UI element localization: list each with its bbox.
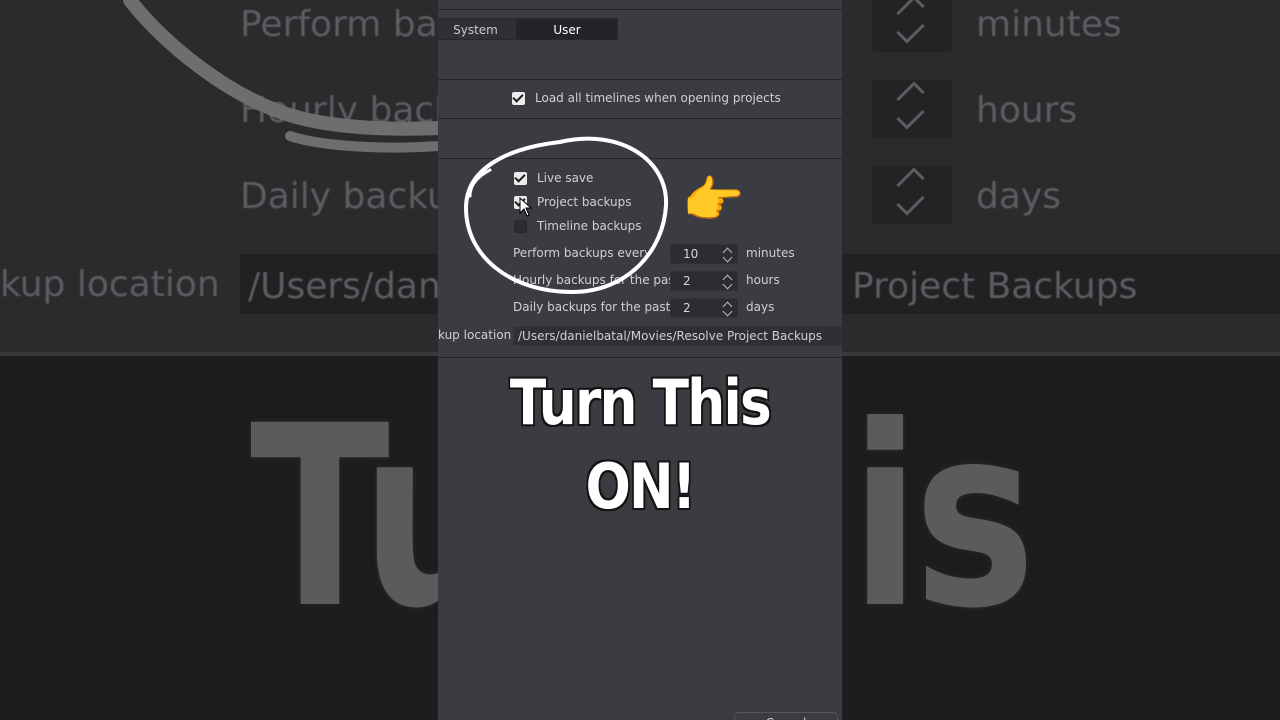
preferences-panel: System User Load all timelines when open… bbox=[438, 0, 842, 720]
chevron-down-icon[interactable] bbox=[722, 252, 733, 263]
bg-path-text: /Users/dan bbox=[248, 266, 441, 307]
timeline-backups-option[interactable]: Timeline backups bbox=[514, 219, 641, 233]
daily-backups-stepper[interactable]: 2 bbox=[670, 298, 738, 318]
timeline-backups-label: Timeline backups bbox=[537, 219, 642, 233]
daily-backups-unit: days bbox=[746, 300, 775, 314]
divider bbox=[438, 118, 842, 119]
system-user-toggle: System User bbox=[438, 18, 618, 40]
divider bbox=[438, 9, 842, 10]
daily-backups-label: Daily backups for the past bbox=[513, 300, 671, 314]
load-timelines-label: Load all timelines when opening projects bbox=[535, 91, 781, 105]
bg-location-label: kup location bbox=[0, 264, 220, 305]
divider bbox=[438, 357, 842, 358]
tab-system[interactable]: System bbox=[438, 18, 516, 40]
divider bbox=[438, 158, 842, 159]
divider bbox=[438, 79, 842, 80]
bg-row-unit: hours bbox=[976, 90, 1078, 131]
bg-spinbox bbox=[872, 80, 952, 138]
hourly-backups-value: 2 bbox=[683, 274, 691, 288]
chevron-down-icon[interactable] bbox=[722, 279, 733, 290]
live-save-label: Live save bbox=[537, 171, 594, 185]
load-timelines-option[interactable]: Load all timelines when opening projects bbox=[512, 91, 781, 105]
perform-backups-stepper[interactable]: 10 bbox=[670, 244, 738, 264]
chevron-down-icon[interactable] bbox=[722, 306, 733, 317]
timeline-backups-checkbox[interactable] bbox=[514, 219, 527, 233]
bg-row-unit: days bbox=[976, 176, 1061, 217]
bg-spinbox bbox=[872, 166, 952, 224]
bg-spinbox bbox=[872, 0, 952, 52]
hourly-backups-label: Hourly backups for the past bbox=[513, 273, 680, 287]
overlay-caption-line1: Turn This bbox=[509, 366, 772, 439]
backhand-index-pointing-right-icon: 👉 bbox=[682, 171, 745, 229]
backup-location-label: kup location bbox=[438, 328, 512, 342]
bg-row-unit: minutes bbox=[976, 4, 1122, 45]
bg-path-text-right: Project Backups bbox=[852, 266, 1138, 307]
perform-backups-value: 10 bbox=[683, 247, 699, 261]
bg-huge-caption-right: is bbox=[850, 372, 1036, 663]
cancel-button[interactable]: Cancel bbox=[734, 712, 838, 720]
hourly-backups-unit: hours bbox=[746, 273, 780, 287]
project-backups-label: Project backups bbox=[537, 195, 632, 209]
hourly-backups-stepper[interactable]: 2 bbox=[670, 271, 738, 291]
perform-backups-unit: minutes bbox=[746, 246, 795, 260]
live-save-option[interactable]: Live save bbox=[514, 171, 593, 185]
daily-backups-value: 2 bbox=[683, 301, 691, 315]
bg-row-label: Daily backu bbox=[240, 176, 450, 217]
live-save-checkbox[interactable] bbox=[514, 171, 527, 185]
backup-location-field[interactable]: /Users/danielbatal/Movies/Resolve Projec… bbox=[513, 326, 842, 346]
overlay-caption-line2: ON! bbox=[585, 450, 696, 523]
tab-user[interactable]: User bbox=[516, 18, 618, 40]
bg-annotation-stroke bbox=[123, 0, 440, 153]
perform-backups-label: Perform backups every bbox=[513, 246, 652, 260]
mouse-cursor-icon bbox=[519, 197, 533, 217]
load-timelines-checkbox[interactable] bbox=[512, 91, 525, 105]
